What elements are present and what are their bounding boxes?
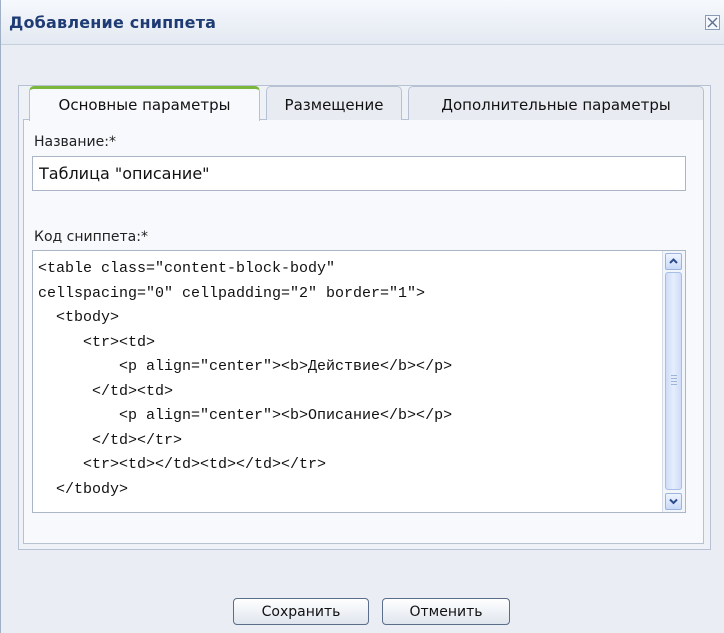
scroll-up-button[interactable] bbox=[665, 253, 682, 270]
save-button[interactable]: Сохранить bbox=[233, 598, 369, 625]
scroll-down-button[interactable] bbox=[665, 493, 682, 510]
cancel-button[interactable]: Отменить bbox=[382, 598, 510, 625]
cancel-button-label: Отменить bbox=[409, 604, 483, 620]
tab-label: Дополнительные параметры bbox=[441, 96, 671, 114]
chevron-down-icon bbox=[669, 498, 678, 505]
tab-main-params[interactable]: Основные параметры bbox=[29, 86, 260, 121]
code-editor[interactable]: <table class="content-block-body" cellsp… bbox=[32, 250, 686, 513]
close-button[interactable] bbox=[705, 15, 720, 30]
dialog-title: Добавление сниппета bbox=[9, 13, 217, 32]
snippet-dialog: Добавление сниппета Основные параметры Р… bbox=[0, 0, 724, 633]
code-label: Код сниппета:* bbox=[34, 229, 148, 245]
tab-placement[interactable]: Размещение bbox=[266, 86, 402, 120]
tab-additional-params[interactable]: Дополнительные параметры bbox=[408, 86, 704, 120]
close-icon bbox=[707, 17, 718, 28]
tab-label: Основные параметры bbox=[58, 96, 231, 114]
scroll-thumb[interactable] bbox=[665, 272, 682, 490]
dialog-titlebar[interactable]: Добавление сниппета bbox=[1, 0, 724, 45]
save-button-label: Сохранить bbox=[261, 604, 341, 620]
vertical-scrollbar[interactable] bbox=[662, 251, 685, 512]
tab-label: Размещение bbox=[284, 96, 384, 114]
code-text[interactable]: <table class="content-block-body" cellsp… bbox=[38, 257, 452, 502]
name-label: Название:* bbox=[34, 134, 116, 150]
name-field[interactable] bbox=[32, 156, 686, 191]
chevron-up-icon bbox=[669, 258, 678, 264]
